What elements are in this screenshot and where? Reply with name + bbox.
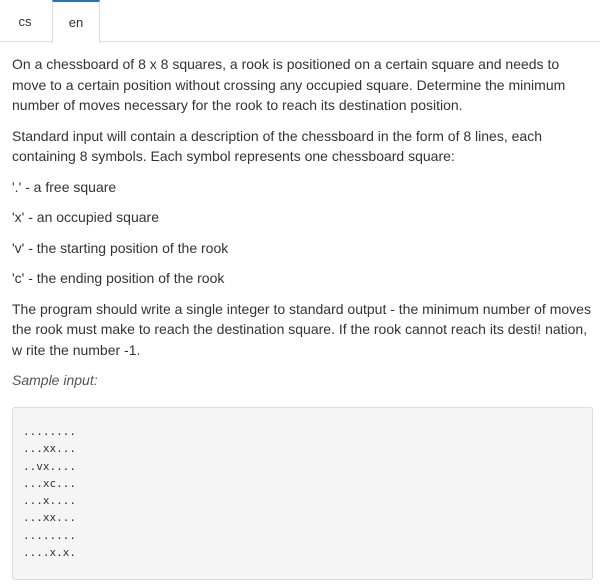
sample-input-label: Sample input: (12, 372, 98, 388)
output-description-paragraph: The program should write a single intege… (12, 300, 591, 358)
sample-line: ....x.x. (23, 546, 76, 560)
sample-line: ...xc... (23, 476, 76, 490)
sample-input-code-block: ........ ...xx... ..vx.... ...xc... ...x… (12, 407, 593, 580)
sample-line: ...xx... (23, 442, 76, 456)
legend-item-end: 'c' - the ending position of the rook (12, 270, 225, 286)
legend-item-start: 'v' - the starting position of the rook (12, 239, 229, 256)
legend-item-occupied: 'x' - an occupied square (12, 209, 159, 225)
problem-statement: On a chessboard of 8 x 8 squares, a rook… (12, 54, 592, 401)
tab-en[interactable]: en (52, 0, 100, 43)
sample-line: ........ (23, 528, 76, 542)
legend-item-free: '.' - a free square (12, 178, 117, 195)
intro-paragraph: On a chessboard of 8 x 8 squares, a rook… (12, 56, 566, 113)
sample-line: ..vx.... (23, 459, 76, 473)
input-description-paragraph: Standard input will contain a descriptio… (12, 127, 542, 165)
sample-line: ........ (23, 425, 76, 438)
language-tabs: cs en (0, 0, 600, 43)
sample-line: ...xx... (23, 511, 76, 525)
tab-cs[interactable]: cs (0, 0, 50, 42)
sample-line: ...x.... (23, 494, 76, 508)
